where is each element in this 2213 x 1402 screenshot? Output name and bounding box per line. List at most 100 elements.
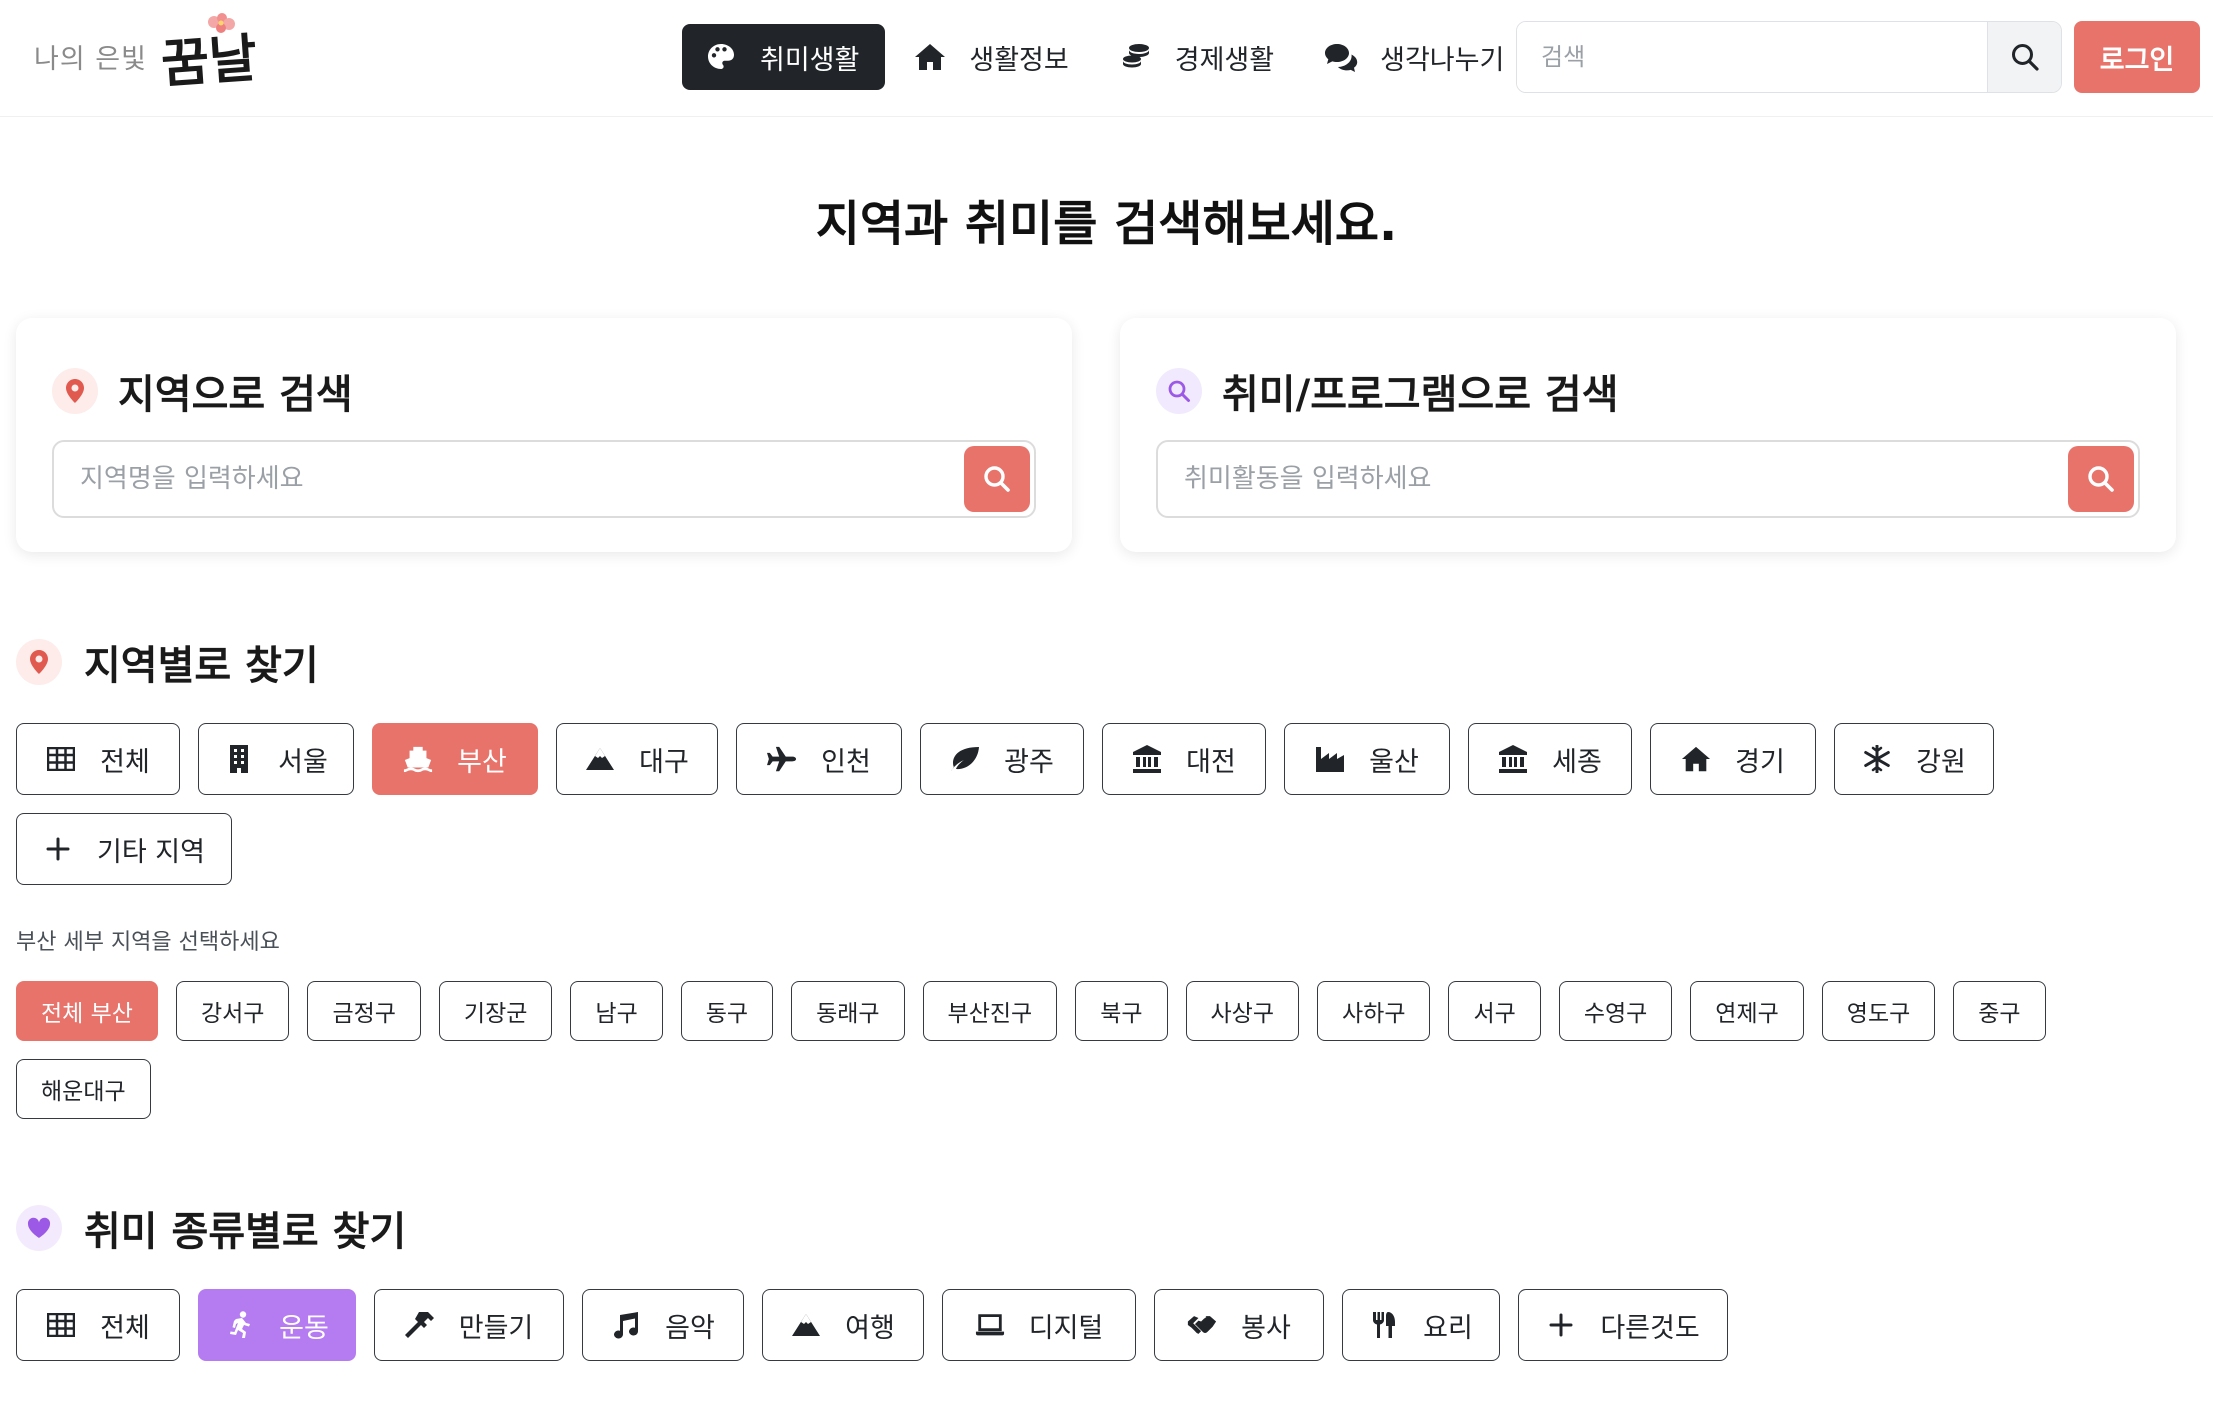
region-chip-other[interactable]: 기타 지역 [16, 813, 232, 885]
district-chip[interactable]: 강서구 [175, 981, 290, 1041]
nav-life-info[interactable]: 생활정보 [891, 24, 1090, 90]
region-chip-daegu[interactable]: 대구 [556, 723, 718, 795]
district-chip[interactable]: 전체 부산 [16, 981, 158, 1041]
region-chip-label: 기타 지역 [97, 836, 205, 868]
hobby-search-input[interactable] [1162, 464, 2068, 494]
region-chip-daejeon[interactable]: 대전 [1102, 723, 1266, 795]
region-chip-label: 서울 [278, 746, 328, 778]
ship-icon [403, 745, 433, 773]
region-search-button[interactable] [964, 446, 1030, 512]
region-chip-gwangju[interactable]: 광주 [920, 723, 1084, 795]
header-search-button[interactable] [1987, 22, 2061, 92]
district-chip[interactable]: 동구 [680, 981, 774, 1041]
nav-share-thoughts-label: 생각나누기 [1380, 44, 1505, 76]
palette-icon [704, 42, 738, 72]
hobby-chip-label: 봉사 [1241, 1312, 1291, 1344]
coins-icon [1119, 42, 1153, 72]
hobby-chip-other[interactable]: 다른것도 [1518, 1289, 1728, 1361]
site-header: 나의 은빛 꿈날 취미생활 생활정보 경제생활 생각나누기 검색 로그인 [0, 0, 2213, 117]
nav-share-thoughts[interactable]: 생각나누기 [1302, 24, 1526, 90]
district-chip[interactable]: 북구 [1075, 981, 1168, 1041]
region-search-input[interactable] [58, 464, 964, 494]
region-chip-gyeonggi[interactable]: 경기 [1650, 723, 1816, 795]
home-icon [913, 42, 947, 72]
hobby-chip-cooking[interactable]: 요리 [1342, 1289, 1500, 1361]
nav-economy[interactable]: 경제생활 [1097, 24, 1296, 90]
region-chip-label: 대구 [639, 746, 689, 778]
district-chip[interactable]: 동래구 [791, 981, 905, 1041]
region-search-box [52, 440, 1036, 518]
music-icon [611, 1311, 641, 1339]
landmark-icon [1132, 745, 1162, 773]
hobby-chip-label: 다른것도 [1600, 1312, 1700, 1344]
hobby-chip-label: 음악 [665, 1312, 715, 1344]
region-chip-all[interactable]: 전체 [16, 723, 180, 795]
district-chip[interactable]: 영도구 [1821, 981, 1936, 1041]
header-search-input[interactable] [1517, 22, 1987, 92]
hammer-icon [404, 1311, 435, 1339]
heart-icon [16, 1205, 62, 1251]
table-icon [46, 1311, 76, 1339]
mountain-icon [791, 1311, 821, 1339]
region-chip-busan[interactable]: 부산 [372, 723, 538, 795]
district-chip[interactable]: 기장군 [438, 981, 553, 1041]
region-chip-seoul[interactable]: 서울 [198, 723, 354, 795]
nav-life-info-label: 생활정보 [969, 44, 1069, 76]
hobby-section-title: 취미 종류별로 찾기 [16, 1199, 406, 1257]
hobby-chip-music[interactable]: 음악 [582, 1289, 744, 1361]
logo-subtitle: 나의 은빛 [34, 43, 147, 75]
region-chip-label: 대전 [1186, 746, 1236, 778]
district-chip[interactable]: 부산진구 [922, 981, 1058, 1041]
district-chip[interactable]: 중구 [1953, 981, 2046, 1041]
region-chip-incheon[interactable]: 인천 [736, 723, 902, 795]
region-chip-label: 전체 [100, 746, 150, 778]
logo[interactable]: 나의 은빛 꿈날 [34, 6, 259, 106]
hobby-chip-list: 전체 운동 만들기 음악 여행 디지털 봉사 요리 다른것도 [16, 1289, 2206, 1379]
district-chip[interactable]: 남구 [570, 981, 663, 1041]
region-chip-label: 광주 [1004, 746, 1054, 778]
industry-icon [1315, 745, 1345, 773]
header-search [1516, 21, 2062, 93]
nav-hobby[interactable]: 취미생활 [682, 24, 886, 90]
hobby-chip-all[interactable]: 전체 [16, 1289, 180, 1361]
hobby-chip-label: 운동 [279, 1312, 329, 1344]
utensils-icon [1369, 1311, 1399, 1339]
hobby-chip-label: 전체 [100, 1312, 150, 1344]
region-chip-label: 부산 [457, 746, 507, 778]
laptop-icon [975, 1311, 1005, 1339]
hobby-chip-label: 요리 [1423, 1312, 1473, 1344]
building-icon [224, 745, 254, 773]
hobby-search-button[interactable] [2068, 446, 2134, 512]
district-chip[interactable]: 금정구 [307, 981, 421, 1041]
running-icon [225, 1311, 255, 1339]
district-chip[interactable]: 사상구 [1185, 981, 1299, 1041]
hobby-chip-digital[interactable]: 디지털 [942, 1289, 1136, 1361]
map-marker-icon [16, 639, 62, 685]
region-chip-list: 전체 서울 부산 대구 인천 광주 대전 울산 세종 경기 강원 기타 지역 [16, 723, 2026, 903]
login-button[interactable]: 로그인 [2074, 21, 2200, 93]
region-chip-label: 울산 [1369, 746, 1419, 778]
region-chip-sejong[interactable]: 세종 [1468, 723, 1632, 795]
district-chip[interactable]: 연제구 [1690, 981, 1804, 1041]
region-chip-ulsan[interactable]: 울산 [1284, 723, 1450, 795]
district-chip[interactable]: 수영구 [1558, 981, 1673, 1041]
district-chip[interactable]: 사하구 [1317, 981, 1431, 1041]
hobby-chip-crafts[interactable]: 만들기 [374, 1289, 564, 1361]
region-chip-label: 인천 [821, 746, 871, 778]
region-chip-label: 경기 [1735, 746, 1785, 778]
handshake-icon [1187, 1311, 1217, 1339]
hobby-chip-exercise[interactable]: 운동 [198, 1289, 356, 1361]
district-chip-list: 전체 부산 강서구 금정구 기장군 남구 동구 동래구 부산진구 북구 사상구 … [16, 981, 2206, 1137]
hobby-chip-travel[interactable]: 여행 [762, 1289, 924, 1361]
region-search-card: 지역으로 검색 [16, 318, 1072, 552]
hobby-chip-volunteer[interactable]: 봉사 [1154, 1289, 1324, 1361]
hobby-chip-label: 만들기 [458, 1312, 534, 1344]
search-icon [2088, 466, 2114, 492]
hobby-search-card: 취미/프로그램으로 검색 [1120, 318, 2176, 552]
region-chip-gangwon[interactable]: 강원 [1834, 723, 1994, 795]
mountain-icon [585, 745, 615, 773]
landmark-icon [1498, 745, 1528, 773]
district-chip[interactable]: 해운대구 [16, 1059, 151, 1119]
plus-icon [1546, 1311, 1576, 1339]
district-chip[interactable]: 서구 [1448, 981, 1541, 1041]
